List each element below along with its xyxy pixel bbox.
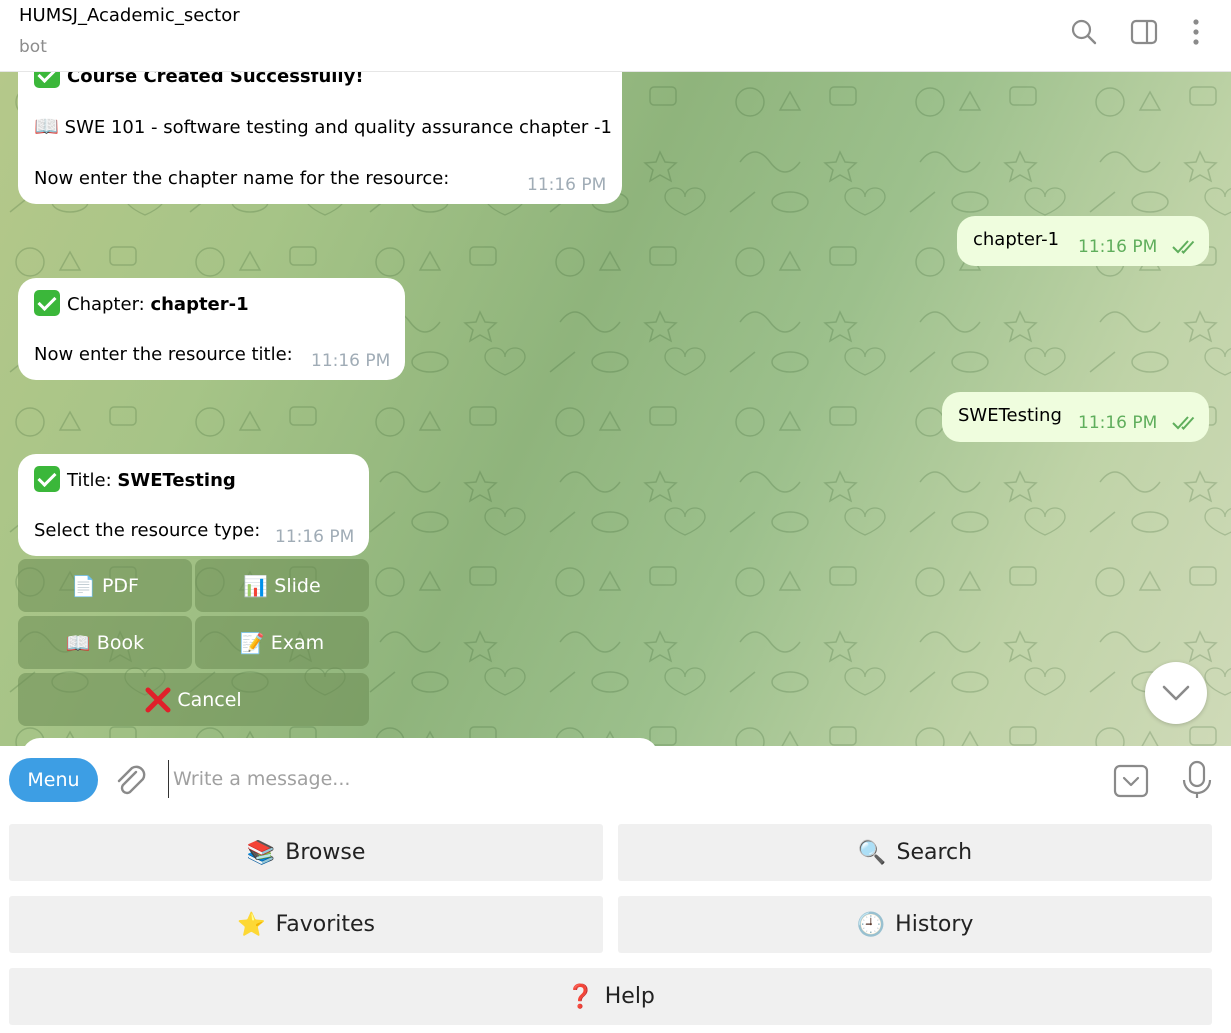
message-timestamp: 11:16 PM <box>311 351 391 371</box>
message-line: Course Created Successfully! <box>34 72 364 88</box>
bar-chart-icon: 📊 <box>243 573 269 598</box>
search-button[interactable] <box>1066 14 1102 50</box>
keyboard-button-search[interactable]: 🔍 Search <box>618 824 1212 881</box>
message-text: SWE 101 - software testing and quality a… <box>64 117 612 138</box>
check-mark-emoji-icon <box>34 72 60 88</box>
message-line: 📖 SWE 101 - software testing and quality… <box>34 114 612 138</box>
clock-icon: 🕘 <box>856 912 886 938</box>
bot-keyboard-toggle-icon[interactable] <box>1112 762 1150 800</box>
memo-pencil-icon: 📝 <box>239 630 265 655</box>
keyboard-button-favorites[interactable]: ⭐ Favorites <box>9 896 603 953</box>
vertical-dots-icon <box>1193 19 1199 45</box>
microphone-icon[interactable] <box>1180 760 1214 800</box>
chat-title[interactable]: HUMSJ_Academic_sector <box>19 5 240 26</box>
message-timestamp: 11:16 PM <box>1078 413 1158 433</box>
keyboard-button-browse[interactable]: 📚 Browse <box>9 824 603 881</box>
message-text: chapter-1 <box>973 229 1060 250</box>
message-bubble-incoming: Course Created Successfully! 📖 SWE 101 -… <box>18 72 622 204</box>
message-timestamp: 11:16 PM <box>275 527 355 547</box>
keyboard-button-label: Browse <box>285 840 366 865</box>
magnifying-glass-icon: 🔍 <box>857 840 887 866</box>
message-timestamp: 11:16 PM <box>527 175 607 195</box>
message-input[interactable] <box>168 760 1088 798</box>
open-book-icon: 📖 <box>65 630 91 655</box>
message-bubble-incoming-partial <box>22 738 658 746</box>
bot-menu-button[interactable]: Menu <box>9 758 98 802</box>
message-text: Now enter the resource title: <box>34 344 293 365</box>
more-options-button[interactable] <box>1178 14 1214 50</box>
inline-button-label: PDF <box>101 574 139 597</box>
inline-button-exam[interactable]: 📝 Exam <box>195 616 369 669</box>
message-line: Title: SWETesting <box>34 466 236 492</box>
search-icon <box>1071 19 1097 45</box>
inline-button-slide[interactable]: 📊 Slide <box>195 559 369 612</box>
message-timestamp: 11:16 PM <box>1078 237 1158 257</box>
books-icon: 📚 <box>246 840 276 866</box>
keyboard-button-label: History <box>895 912 974 937</box>
message-bubble-incoming: Title: SWETesting Select the resource ty… <box>18 454 369 556</box>
keyboard-button-label: Help <box>604 984 655 1009</box>
message-text: Now enter the chapter name for the resou… <box>34 168 450 189</box>
chat-subtitle: bot <box>19 37 47 57</box>
chat-header: HUMSJ_Academic_sector bot <box>0 0 1231 72</box>
inline-button-cancel[interactable]: Cancel <box>18 673 369 726</box>
telegram-window: HUMSJ_Academic_sector bot Course Created… <box>0 0 1231 1033</box>
inline-button-label: Book <box>96 631 145 654</box>
question-mark-icon: ❓ <box>566 984 595 1010</box>
keyboard-button-label: Search <box>896 840 973 865</box>
check-mark-emoji-icon <box>34 466 60 492</box>
reply-keyboard: 📚 Browse 🔍 Search ⭐ Favorites 🕘 History ❓ Hel… <box>0 813 1231 1033</box>
message-bubble-outgoing: chapter-1 11:16 PM <box>957 216 1209 266</box>
message-label: Chapter: <box>67 294 151 315</box>
sidebar-panel-icon <box>1130 19 1158 45</box>
check-mark-emoji-icon <box>34 290 60 316</box>
open-book-emoji-icon: 📖 <box>34 114 59 138</box>
chevron-down-icon <box>1162 685 1190 701</box>
message-composer: Menu <box>0 746 1231 813</box>
message-value: chapter-1 <box>150 294 249 315</box>
page-document-icon: 📄 <box>71 573 96 598</box>
message-value: SWETesting <box>117 470 236 491</box>
message-bubble-outgoing: SWETesting 11:16 PM <box>942 392 1209 442</box>
double-check-read-icon <box>1172 240 1195 254</box>
inline-button-book[interactable]: 📖 Book <box>18 616 192 669</box>
message-text: Course Created Successfully! <box>67 72 364 87</box>
message-label: Title: <box>67 470 118 491</box>
star-icon: ⭐ <box>236 912 266 938</box>
message-line: Chapter: chapter-1 <box>34 290 249 316</box>
chat-messages-area[interactable]: Course Created Successfully! 📖 SWE 101 -… <box>0 72 1231 746</box>
inline-button-label: Cancel <box>177 688 242 711</box>
paperclip-attach-icon[interactable] <box>112 762 150 800</box>
message-text: SWETesting <box>958 405 1062 426</box>
double-check-read-icon <box>1172 416 1195 430</box>
message-text: Select the resource type: <box>34 520 261 541</box>
message-bubble-incoming: Chapter: chapter-1 Now enter the resourc… <box>18 278 405 380</box>
scroll-to-bottom-button[interactable] <box>1145 662 1207 724</box>
keyboard-button-history[interactable]: 🕘 History <box>618 896 1212 953</box>
inline-button-pdf[interactable]: 📄 PDF <box>18 559 192 612</box>
keyboard-button-label: Favorites <box>275 912 376 937</box>
cross-mark-icon <box>145 687 171 712</box>
keyboard-button-help[interactable]: ❓ Help <box>9 968 1212 1025</box>
toggle-sidebar-button[interactable] <box>1126 14 1162 50</box>
inline-button-label: Slide <box>274 574 321 597</box>
inline-button-label: Exam <box>270 631 325 654</box>
